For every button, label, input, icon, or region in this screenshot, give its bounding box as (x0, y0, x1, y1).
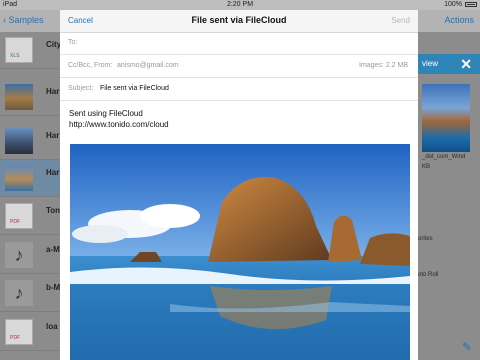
pdf-tag: PDF (10, 335, 20, 341)
music-icon: ♪ (5, 242, 33, 268)
list-item[interactable]: ♪ b-M (0, 275, 60, 312)
preview-toolbar: view ✕ (418, 54, 480, 74)
images-size-field[interactable]: Images: 2.2 MB (359, 62, 408, 69)
music-icon: ♪ (5, 280, 33, 306)
file-name: Ton (46, 206, 61, 215)
status-bar: iPad 2:20 PM 100% (0, 0, 480, 10)
list-item-selected[interactable]: Har (0, 160, 60, 197)
list-item[interactable]: PDF Ton (0, 198, 60, 235)
ccbcc-from-field[interactable]: Cc/Bcc, From: anismo@gmail.com Images: 2… (60, 55, 418, 78)
file-name: a-M (46, 245, 60, 254)
file-name: b-M (46, 283, 61, 292)
file-name: City (46, 40, 62, 49)
list-item[interactable]: Har (0, 79, 60, 116)
battery-percent: 100% (444, 1, 462, 8)
list-item[interactable]: PDF loa (0, 314, 60, 351)
file-list: XLS City Har Har Har PDF Ton ♪ a-M ♪ b-M… (0, 32, 62, 360)
image-thumbnail (5, 165, 33, 191)
image-thumbnail (5, 128, 33, 154)
preview-caption: _dot_com_Wind (422, 154, 466, 160)
beach-rock-image (70, 144, 410, 360)
preview-pane: view ✕ _dot_com_Wind KB orites oto Roll … (418, 32, 480, 360)
images-size: 2.2 MB (385, 62, 408, 69)
from-address: anismo@gmail.com (117, 62, 179, 69)
images-label: Images: (358, 62, 384, 69)
body-link: http://www.tonido.com/cloud (69, 120, 169, 129)
message-body[interactable]: Sent using FileCloud http://www.tonido.c… (69, 108, 169, 130)
menu-item-favorites[interactable]: orites (418, 236, 433, 242)
list-item[interactable]: XLS City (0, 32, 62, 69)
to-label: To: (68, 39, 78, 46)
actions-button[interactable]: Actions (444, 15, 474, 25)
preview-image (422, 84, 470, 152)
subject-label: Subject: (68, 85, 94, 92)
to-field[interactable]: To: (60, 32, 418, 55)
attached-photo (70, 144, 410, 360)
subject-value: File sent via FileCloud (100, 85, 169, 92)
file-name: Har (46, 168, 60, 177)
preview-label: view (422, 59, 439, 68)
clock: 2:20 PM (226, 1, 254, 8)
compose-icon[interactable]: ✎ (462, 340, 472, 354)
battery-icon (465, 2, 477, 7)
image-thumbnail (5, 84, 33, 110)
back-button-label: Samples (8, 15, 44, 25)
subject-field[interactable]: Subject: File sent via FileCloud (60, 78, 418, 101)
ccbcc-label: Cc/Bcc, From: (68, 62, 113, 69)
pdf-tag: PDF (10, 219, 20, 225)
pdf-icon: PDF (5, 203, 33, 229)
compose-title: File sent via FileCloud (191, 15, 287, 25)
compose-nav-bar: Cancel File sent via FileCloud Send (60, 10, 418, 33)
xls-icon: XLS (5, 37, 33, 63)
file-name: Har (46, 87, 60, 96)
list-item[interactable]: Har (0, 123, 60, 160)
back-button[interactable]: ‹ Samples (3, 15, 44, 25)
list-item[interactable]: ♪ a-M (0, 237, 60, 274)
pdf-icon: PDF (5, 319, 33, 345)
close-icon[interactable]: ✕ (460, 56, 472, 73)
send-button[interactable]: Send (391, 16, 410, 25)
xls-tag: XLS (10, 53, 20, 59)
body-line: Sent using FileCloud (69, 109, 143, 118)
file-name: Har (46, 131, 60, 140)
file-name: loa (46, 322, 58, 331)
menu-item-camera-roll[interactable]: oto Roll (418, 272, 438, 278)
mail-compose-sheet: Cancel File sent via FileCloud Send To: … (60, 10, 418, 360)
preview-size: KB (422, 164, 431, 170)
